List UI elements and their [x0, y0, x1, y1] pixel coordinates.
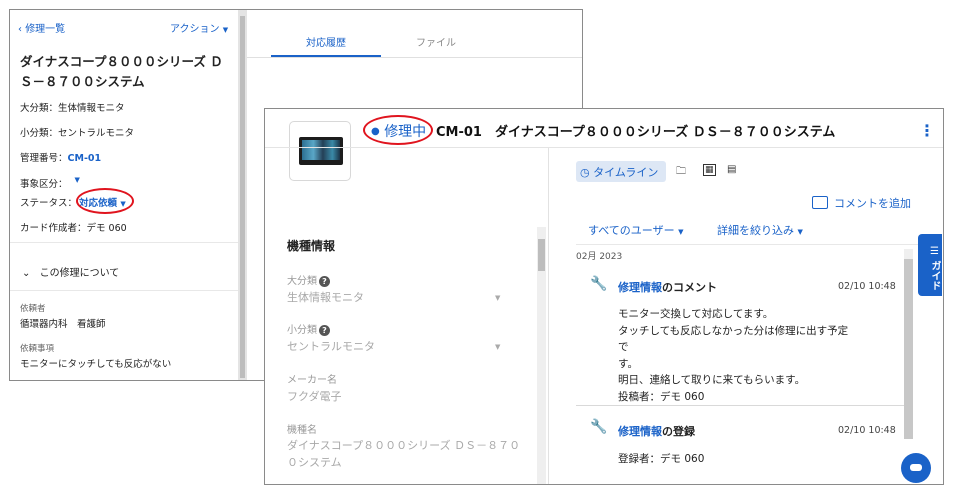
- maker-label: メーカー名: [287, 375, 337, 386]
- entry-title: 修理情報のコメント: [618, 281, 717, 294]
- wrench-icon: 🔧: [590, 276, 608, 292]
- back-left-panel: ‹ 修理一覧 アクション ▼ ダイナスコープ８０００シリーズ ＤＳ－８７００シス…: [10, 10, 238, 380]
- clock-icon: ◷: [580, 166, 590, 179]
- caret-down-icon: ▼: [222, 26, 229, 34]
- entry-body: モニター交換して対応してます。 タッチしても反応しなかった分は修理に出す予定で …: [618, 308, 849, 403]
- guide-button[interactable]: ☰ ガイド: [918, 234, 942, 296]
- timeline-scrollbar-thumb[interactable]: [904, 259, 913, 439]
- minor-category: 小分類：セントラルモニタ: [20, 128, 135, 139]
- about-repair-toggle[interactable]: ⌄ この修理について: [22, 264, 119, 279]
- header-divider: [265, 147, 943, 148]
- front-window: ● 修理中 CM-01 ダイナスコープ８０００シリーズ ＤＳ－８７００システム …: [264, 108, 944, 485]
- device-thumbnail: [289, 121, 351, 181]
- request-label: 依頼事項: [20, 344, 55, 354]
- help-icon[interactable]: ?: [319, 325, 330, 336]
- panel-divider: [548, 148, 549, 484]
- model-label: 機種名: [287, 425, 317, 436]
- control-number-link[interactable]: CM-01: [68, 153, 102, 164]
- timeline-button[interactable]: ◷ タイムライン: [576, 161, 666, 182]
- timeline-entry: 🔧 修理情報の登録 02/10 10:48 登録者：デモ 060: [576, 409, 904, 479]
- request-value: モニターにタッチしても反応がない: [20, 359, 172, 370]
- user-filter-dropdown[interactable]: すべてのユーザー ▼: [588, 222, 683, 238]
- help-icon[interactable]: ?: [319, 276, 330, 287]
- back-to-list-link[interactable]: ‹ 修理一覧: [18, 20, 65, 35]
- folder-icon[interactable]: 🗀: [676, 164, 686, 181]
- caret-down-icon: ▼: [678, 228, 684, 236]
- chat-support-button[interactable]: [901, 453, 931, 483]
- incident-type: 事象区分： ▼: [20, 176, 80, 190]
- detail-filter-dropdown[interactable]: 詳細を絞り込み ▼: [717, 222, 803, 238]
- timeline-entry: 🔧 修理情報のコメント 02/10 10:48 モニター交換して対応してます。 …: [576, 264, 904, 404]
- back-title: ダイナスコープ８０００シリーズ ＤＳ－８７００システム: [20, 54, 223, 89]
- calendar-icon[interactable]: ▤: [727, 164, 736, 175]
- more-options-icon[interactable]: ⋮: [919, 121, 935, 140]
- divider: [576, 405, 904, 406]
- major-category: 大分類：生体情報モニタ: [20, 103, 125, 114]
- caret-down-icon: ▼: [495, 343, 501, 351]
- tab-files[interactable]: ファイル: [381, 34, 491, 49]
- chevron-down-icon: ⌄: [22, 268, 31, 279]
- entry-link[interactable]: 修理情報: [618, 281, 662, 294]
- incident-type-dropdown[interactable]: ▼: [75, 176, 80, 184]
- month-header: 02月 2023: [576, 252, 623, 262]
- divider: [10, 242, 238, 243]
- caret-down-icon: ▼: [797, 228, 803, 236]
- qr-code-icon[interactable]: ▦: [703, 164, 716, 176]
- divider: [10, 290, 238, 291]
- info-scrollbar-thumb[interactable]: [538, 239, 545, 271]
- page-title: CM-01 ダイナスコープ８０００シリーズ ＤＳ－８７００システム: [436, 125, 836, 140]
- add-comment-button[interactable]: コメントを追加: [812, 195, 911, 211]
- model-value: ダイナスコープ８０００シリーズ ＤＳ－８７００システム: [287, 439, 521, 469]
- tab-active-indicator: [271, 55, 381, 57]
- model-info-heading: 機種情報: [287, 239, 336, 253]
- divider: [576, 244, 922, 245]
- entry-date: 02/10 10:48: [838, 281, 896, 292]
- tab-history[interactable]: 対応履歴: [271, 34, 381, 49]
- timeline-scrollbar-track: [904, 249, 913, 259]
- major-select[interactable]: 生体情報モニタ: [287, 289, 364, 306]
- entry-date: 02/10 10:48: [838, 425, 896, 436]
- caret-down-icon: ▼: [495, 294, 501, 302]
- left-scrollbar-thumb[interactable]: [240, 16, 245, 378]
- minor-label: 小分類?: [287, 321, 330, 336]
- card-creator: カード作成者：デモ 060: [20, 223, 127, 234]
- monitor-image: [299, 137, 343, 165]
- highlight-oval: [363, 115, 433, 145]
- major-label: 大分類?: [287, 272, 330, 287]
- tab-underline: [247, 57, 582, 58]
- comment-icon: [812, 196, 828, 209]
- maker-value: フクダ電子: [287, 390, 342, 403]
- entry-link[interactable]: 修理情報: [618, 425, 662, 438]
- requester-label: 依頼者: [20, 304, 46, 314]
- entry-body: 登録者：デモ 060: [618, 453, 705, 465]
- highlight-oval: [76, 188, 134, 214]
- requester-value: 循環器内科 看護師: [20, 319, 106, 330]
- control-number: 管理番号：CM-01: [20, 153, 102, 164]
- minor-select[interactable]: セントラルモニタ: [287, 338, 375, 355]
- wrench-icon: 🔧: [590, 419, 608, 435]
- guide-icon: ☰: [929, 245, 940, 257]
- entry-title: 修理情報の登録: [618, 425, 695, 438]
- action-menu-button[interactable]: アクション ▼: [170, 20, 228, 35]
